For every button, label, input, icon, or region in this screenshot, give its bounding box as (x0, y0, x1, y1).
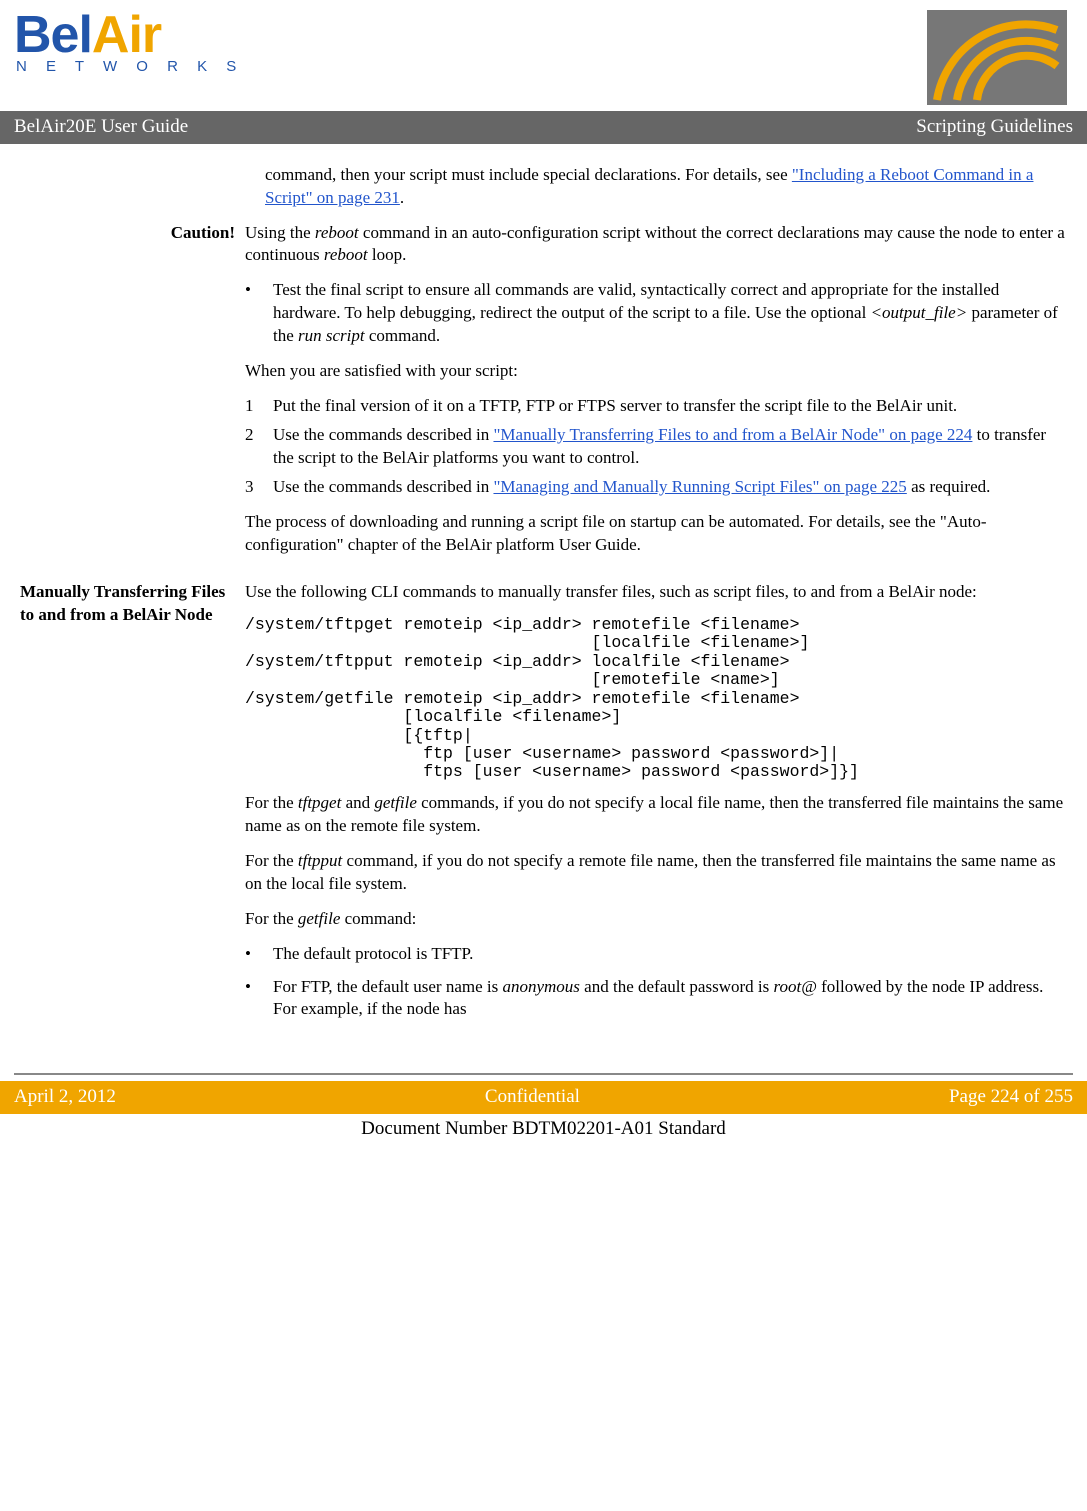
link-transfer-files[interactable]: "Manually Transferring Files to and from… (493, 425, 972, 444)
footer-bar: April 2, 2012 Confidential Page 224 of 2… (0, 1081, 1087, 1114)
caution-text: Using the reboot command in an auto-conf… (245, 222, 1067, 268)
section-title: Scripting Guidelines (916, 114, 1073, 140)
intro-paragraph: command, then your script must include s… (265, 164, 1067, 210)
bullet-test-script: • Test the final script to ensure all co… (245, 279, 1067, 348)
auto-config-text: The process of downloading and running a… (245, 511, 1067, 557)
step-3: 3 Use the commands described in "Managin… (245, 476, 1067, 499)
satisfied-text: When you are satisfied with your script: (245, 360, 1067, 383)
footer-date: April 2, 2012 (14, 1084, 116, 1110)
document-number: Document Number BDTM02201-A01 Standard (0, 1116, 1087, 1142)
bullet-ftp-defaults: • For FTP, the default user name is anon… (245, 976, 1067, 1022)
bullet-default-protocol: • The default protocol is TFTP. (245, 943, 1067, 966)
page-header: BelAir N E T W O R K S (0, 0, 1087, 105)
footer-confidential: Confidential (485, 1084, 580, 1110)
footer-rule (14, 1073, 1073, 1075)
link-managing-scripts[interactable]: "Managing and Manually Running Script Fi… (493, 477, 906, 496)
decorative-arc-icon (927, 10, 1067, 105)
brand-logo: BelAir N E T W O R K S (14, 10, 244, 77)
section-heading: Manually Transferring Files to and from … (20, 581, 245, 1034)
doc-title: BelAir20E User Guide (14, 114, 188, 140)
getfile-note: For the getfile command: (245, 908, 1067, 931)
step-1: 1 Put the final version of it on a TFTP,… (245, 395, 1067, 418)
cli-intro: Use the following CLI commands to manual… (245, 581, 1067, 604)
footer-page: Page 224 of 255 (949, 1084, 1073, 1110)
brand-subtext: N E T W O R K S (16, 57, 244, 77)
title-bar: BelAir20E User Guide Scripting Guideline… (0, 111, 1087, 144)
tftpget-note: For the tftpget and getfile commands, if… (245, 792, 1067, 838)
cli-code-block: /system/tftpget remoteip <ip_addr> remot… (245, 616, 1067, 782)
step-2: 2 Use the commands described in "Manuall… (245, 424, 1067, 470)
caution-label: Caution! (20, 222, 245, 569)
tftpput-note: For the tftpput command, if you do not s… (245, 850, 1067, 896)
